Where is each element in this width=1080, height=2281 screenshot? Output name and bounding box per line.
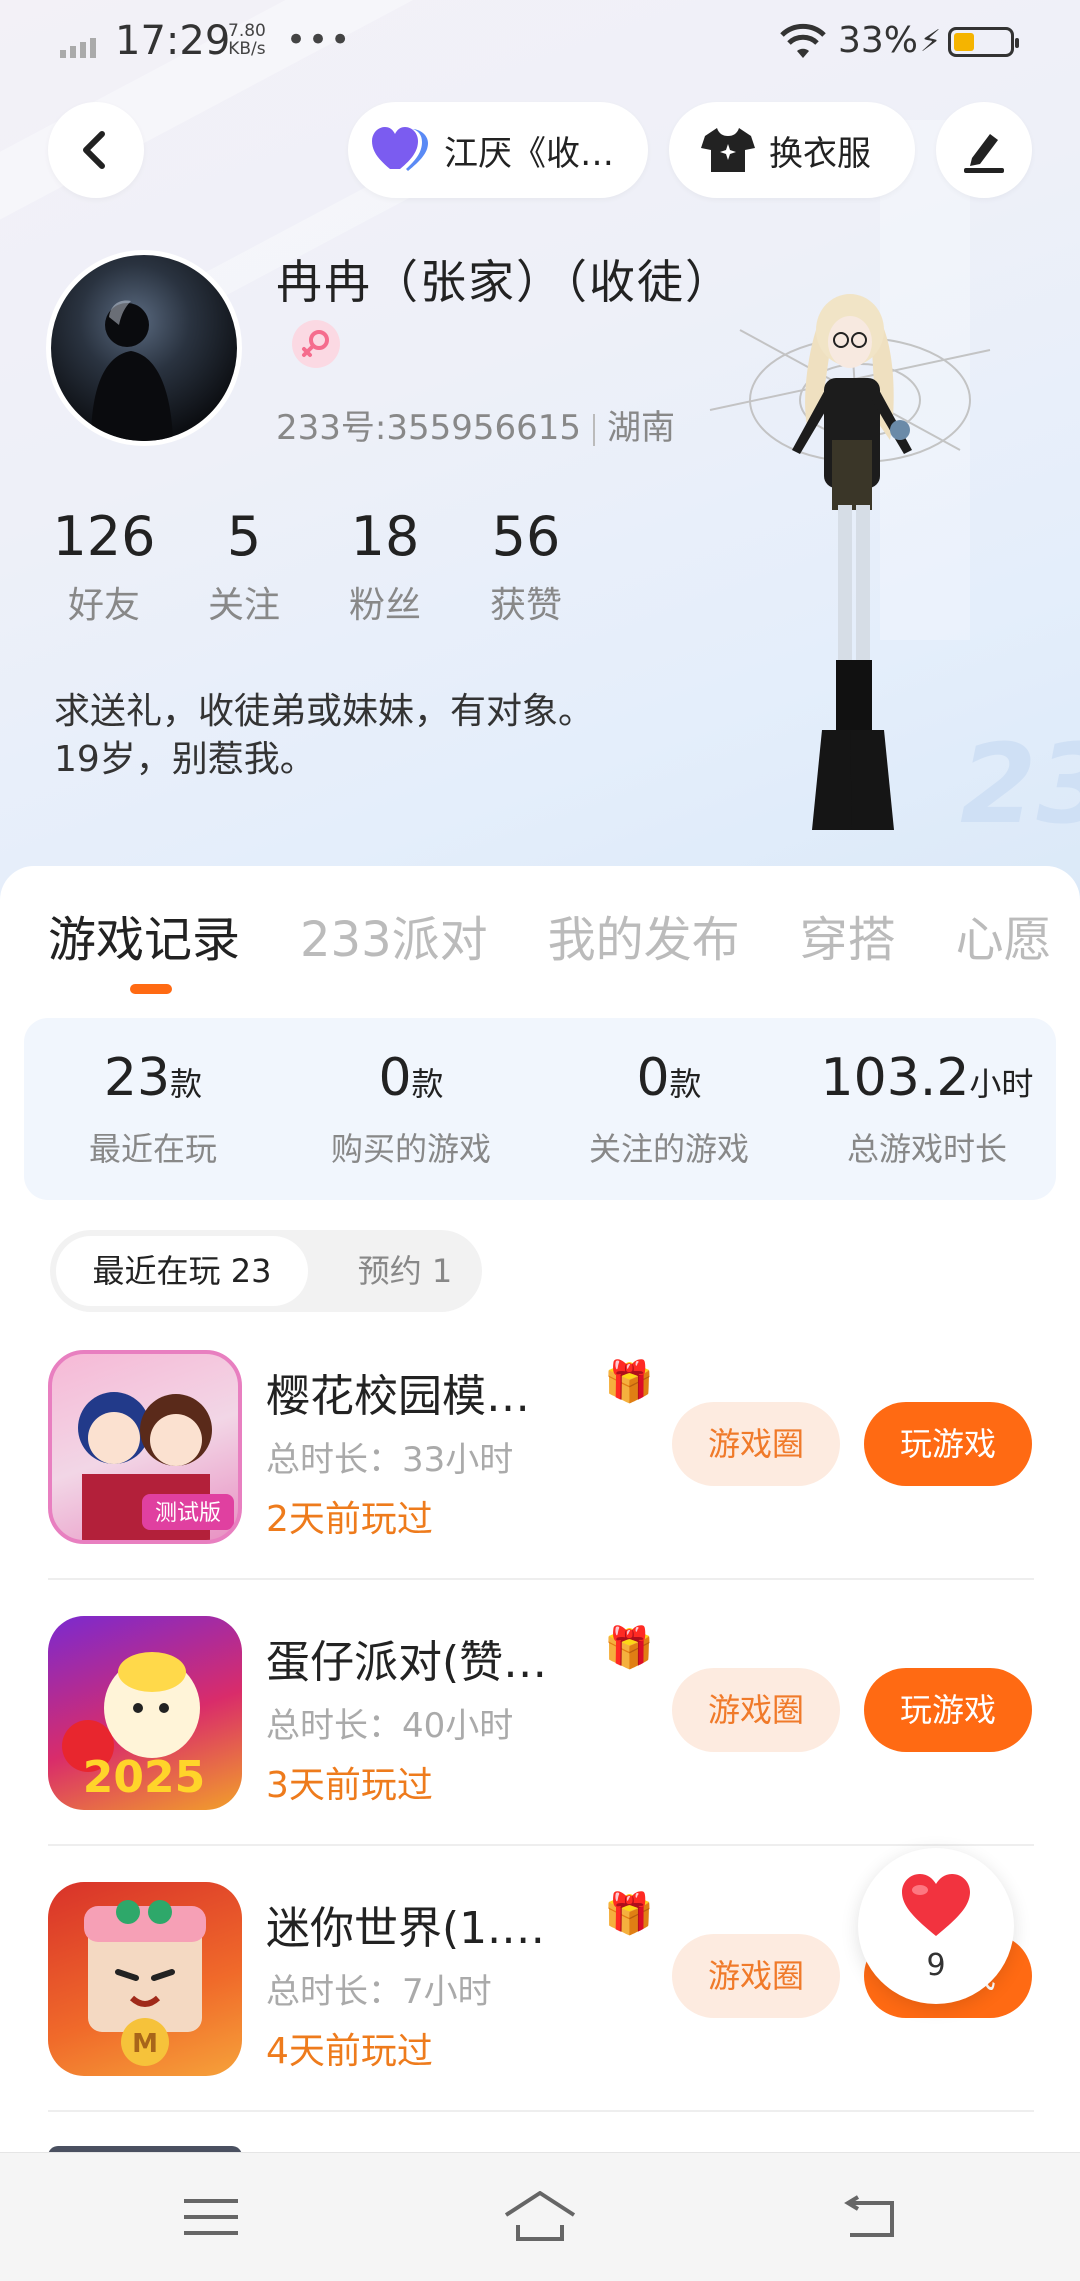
divider [48, 2110, 1034, 2112]
game-icon-mini-world: M [48, 1882, 242, 2076]
divider [48, 1578, 1034, 1580]
tshirt-icon [701, 128, 755, 172]
back-button[interactable] [48, 102, 144, 198]
network-speed: 7.80 KB/s [228, 21, 266, 59]
signal-icon [60, 38, 96, 58]
tab-wishes[interactable]: 心愿 [956, 900, 1052, 970]
home-icon[interactable] [504, 2191, 576, 2241]
gift-icon: 🎁 [604, 1891, 654, 1937]
active-tab-indicator [130, 984, 172, 994]
filter-reserved[interactable]: 预约 1 [350, 1236, 460, 1306]
last-played: 2天前玩过 [266, 1499, 433, 1540]
stat-value: 56 [491, 505, 561, 568]
status-bar: 17:29 7.80 KB/s ••• 33% ⚡ [0, 0, 1080, 88]
tab-my-posts[interactable]: 我的发布 [548, 900, 740, 970]
wifi-icon [780, 23, 826, 58]
game-list-item[interactable]: 测试版 樱花校园模… 🎁 总时长：33小时 2天前玩过 游戏圈 玩游戏 [48, 1350, 1034, 1616]
play-game-button[interactable]: 玩游戏 [864, 1668, 1032, 1752]
last-played: 4天前玩过 [266, 2031, 433, 2072]
game-title: 迷你世界(1.… [266, 1903, 546, 1954]
summary-recent[interactable]: 23款 最近在玩 [24, 1048, 282, 1170]
avatar[interactable] [46, 250, 242, 446]
summary-purchased[interactable]: 0款 购买的游戏 [282, 1048, 540, 1170]
stat-label: 关注 [207, 585, 280, 626]
stat-following[interactable]: 5 关注 [174, 502, 314, 628]
edit-profile-button[interactable] [936, 102, 1032, 198]
decorative-233-logo: 23 [960, 720, 1080, 848]
stat-label: 好友 [67, 585, 140, 626]
heart-icon [902, 1874, 970, 1936]
svg-text:测试版: 测试版 [155, 1501, 221, 1526]
stat-friends[interactable]: 126 好友 [34, 502, 174, 628]
gift-icon: 🎁 [604, 1359, 654, 1405]
game-duration: 总时长：33小时 [266, 1440, 514, 1480]
tab-game-records[interactable]: 游戏记录 [48, 900, 240, 970]
profile-name: 冉冉（张家）（收徒） [276, 250, 731, 378]
user-id-location: 233号:355956615 湖南 [276, 400, 675, 449]
battery-icon [948, 27, 1019, 57]
game-duration: 总时长：40小时 [266, 1706, 514, 1746]
game-circle-button[interactable]: 游戏圈 [672, 1934, 840, 2018]
like-floating-button[interactable]: 9 [858, 1848, 1014, 2004]
game-icon-eggy-party: 2025 [48, 1616, 242, 1810]
game-title: 蛋仔派对(赞… [266, 1637, 548, 1688]
stat-fans[interactable]: 18 粉丝 [315, 502, 455, 628]
tab-outfits[interactable]: 穿搭 [800, 900, 896, 970]
user-id: 233号:355956615 [276, 408, 582, 448]
game-icon-sakura-school: 测试版 [48, 1350, 242, 1544]
system-navigation-bar [0, 2152, 1080, 2281]
like-count: 9 [926, 1948, 946, 1983]
change-outfit-button[interactable]: 换衣服 [669, 102, 915, 198]
game-duration: 总时长：7小时 [266, 1972, 492, 2012]
back-nav-icon[interactable] [842, 2195, 896, 2239]
female-gender-icon [292, 319, 340, 368]
game-filter-toggle: 最近在玩 23 预约 1 [50, 1230, 482, 1312]
play-game-button[interactable]: 玩游戏 [864, 1402, 1032, 1486]
game-summary: 23款 最近在玩 0款 购买的游戏 0款 关注的游戏 103.2小时 总游戏时长 [24, 1018, 1056, 1200]
purple-heart-icon [372, 127, 428, 171]
stat-likes[interactable]: 56 获赞 [456, 502, 596, 628]
stat-value: 126 [52, 505, 156, 568]
guild-label: 江厌《收… [444, 133, 614, 174]
outfit-label: 换衣服 [769, 133, 871, 174]
stat-label: 粉丝 [348, 585, 421, 626]
filter-recent-playing[interactable]: 最近在玩 23 [56, 1236, 308, 1306]
back-arrow-icon [83, 131, 105, 169]
tab-233-party[interactable]: 233派对 [300, 900, 488, 970]
stat-label: 获赞 [489, 585, 562, 626]
menu-icon[interactable] [184, 2197, 238, 2237]
stat-value: 5 [226, 505, 262, 568]
charging-icon: ⚡ [920, 24, 942, 59]
battery-percent: 33% [838, 20, 919, 61]
gift-icon: 🎁 [604, 1625, 654, 1671]
game-title: 樱花校园模… [266, 1371, 530, 1422]
game-list-item[interactable]: 2025 蛋仔派对(赞… 🎁 总时长：40小时 3天前玩过 游戏圈 玩游戏 [48, 1616, 1034, 1882]
clock: 17:29 [115, 18, 231, 64]
divider [48, 1844, 1034, 1846]
bio: 求送礼，收徒弟或妹妹，有对象。 19岁，别惹我。 [54, 691, 595, 780]
edit-pen-icon [964, 134, 1004, 173]
summary-followed[interactable]: 0款 关注的游戏 [540, 1048, 798, 1170]
tab-bar: 游戏记录 233派对 我的发布 穿搭 心愿 [48, 900, 1080, 980]
location: 湖南 [607, 408, 676, 448]
last-played: 3天前玩过 [266, 1765, 433, 1806]
more-notifications-icon: ••• [286, 20, 353, 60]
stat-value: 18 [350, 505, 420, 568]
avatar-silhouette [91, 300, 173, 441]
game-circle-button[interactable]: 游戏圈 [672, 1402, 840, 1486]
summary-total-time[interactable]: 103.2小时 总游戏时长 [798, 1048, 1056, 1170]
divider [593, 413, 596, 446]
guild-button[interactable]: 江厌《收… [348, 102, 648, 198]
game-circle-button[interactable]: 游戏圈 [672, 1668, 840, 1752]
svg-text:M: M [132, 2029, 158, 2059]
svg-text:2025: 2025 [83, 1752, 205, 1803]
